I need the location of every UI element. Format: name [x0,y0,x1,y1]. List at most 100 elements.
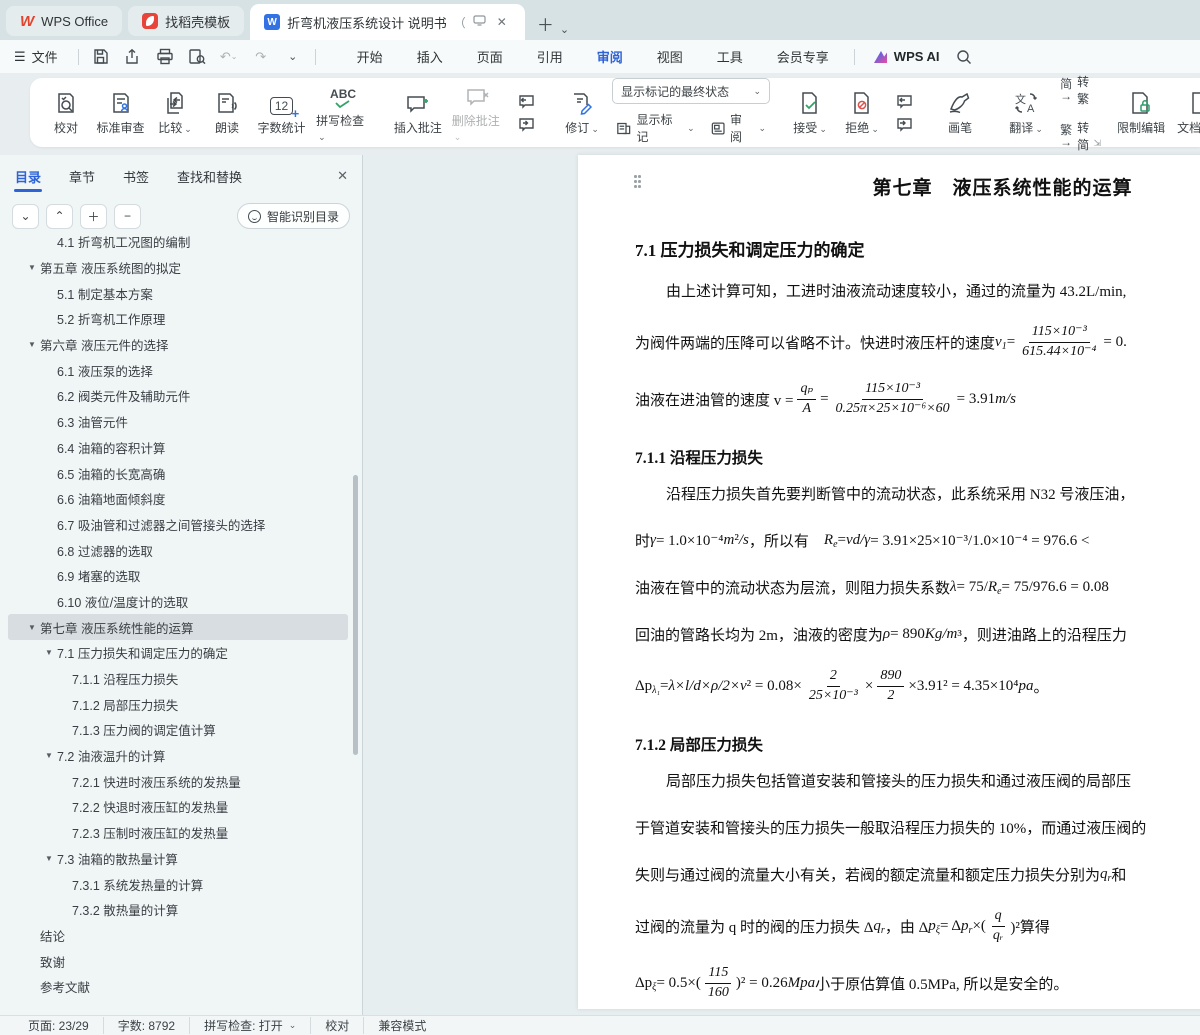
wps-ai-button[interactable]: WPS AI [873,49,940,64]
menu-tab-3[interactable]: 引用 [520,41,580,72]
print-preview-icon[interactable] [187,47,207,67]
toc-item[interactable]: 6.6 油箱地面倾斜度 [8,486,348,512]
insert-comment-button[interactable]: 插入批注 [390,86,446,139]
file-menu-button[interactable]: ☰ 文件 [0,47,70,66]
toc-item[interactable]: 5.2 折弯机工作原理 [8,306,348,332]
pen-button[interactable]: 画笔 [934,86,986,139]
save-icon[interactable] [91,47,111,67]
close-sidebar-icon[interactable]: ✕ [337,168,348,184]
translate-button[interactable]: 文A 翻译 ⌄ [1000,86,1052,139]
smart-toc-button[interactable]: 智能识别目录 [236,203,350,229]
next-change-icon[interactable] [892,116,916,133]
collapse-up-button[interactable]: ⌃ [46,203,73,229]
print-icon[interactable] [155,47,175,67]
toc-item[interactable]: 6.4 油箱的容积计算 [8,435,348,461]
toc-collapse-arrow-icon[interactable]: ▼ [24,263,40,272]
toc-item[interactable]: 6.8 过滤器的选取 [8,537,348,563]
tab-document[interactable]: W 折弯机液压系统设计 说明书 （ ✕ [250,4,525,40]
toc-item[interactable]: ▼ 7.2 油液温升的计算 [8,743,348,769]
undo-icon[interactable]: ↶ ⌄ [219,47,239,67]
sidebar-tab-bookmarks[interactable]: 书签 [122,157,150,196]
toc-collapse-arrow-icon[interactable]: ▼ [41,751,57,760]
quick-access-chevron-icon[interactable]: ⌄ [283,47,303,67]
toc-item[interactable]: ▼ 7.3 油箱的散热量计算 [8,846,348,872]
to-simplified-button[interactable]: 繁→ 转简 [1056,117,1093,155]
review-pane-button[interactable]: 审阅 ⌄ [707,109,770,147]
toc-item[interactable]: 参考文献 [8,974,348,1000]
doc-content[interactable]: 7.1 压力损失和调定压力的确定 由上述计算可知，工进时油液流动速度较小，通过的流… [635,236,1200,1009]
word-count-indicator[interactable]: 字数: 8792 [102,1017,189,1034]
toc-item[interactable]: 6.9 堵塞的选取 [8,563,348,589]
menu-tab-2[interactable]: 页面 [460,41,520,72]
toc-item[interactable]: 5.1 制定基本方案 [8,280,348,306]
proofread-status[interactable]: 校对 [310,1017,363,1034]
toc-item[interactable]: ▼ 第六章 液压元件的选择 [8,332,348,358]
encrypt-document-button[interactable]: 文档加密 [1171,86,1200,139]
toc-collapse-arrow-icon[interactable]: ▼ [24,340,40,349]
previous-change-icon[interactable] [892,93,916,110]
collapse-all-button[interactable]: − [114,203,141,229]
toc-collapse-arrow-icon[interactable]: ▼ [41,854,57,863]
spell-check-button[interactable]: ABC 拼写检查⌄ [310,79,376,146]
drag-handle-icon[interactable] [634,175,646,191]
toc-item[interactable]: 6.7 吸油管和过滤器之间管接头的选择 [8,512,348,538]
toc-item[interactable]: 6.1 液压泵的选择 [8,357,348,383]
search-icon[interactable] [954,47,974,67]
sidebar-tab-contents[interactable]: 目录 [14,157,43,196]
toc-item[interactable]: 7.1.1 沿程压力损失 [8,666,348,692]
page-indicator[interactable]: 页面: 23/29 [14,1017,103,1034]
word-count-button[interactable]: 12 + 字数统计 [253,86,310,139]
reject-change-button[interactable]: 拒绝 ⌄ [836,86,888,139]
menu-tab-7[interactable]: 会员专享 [760,41,846,72]
close-tab-icon[interactable]: ✕ [493,13,511,31]
markup-state-dropdown[interactable]: 显示标记的最终状态 ⌄ [612,78,771,104]
redo-icon[interactable]: ↷ [251,47,271,67]
menu-tab-6[interactable]: 工具 [700,41,760,72]
toc-item[interactable]: 6.5 油箱的长宽高确 [8,460,348,486]
toc-item[interactable]: 7.1.3 压力阀的调定值计算 [8,717,348,743]
sidebar-tab-chapters[interactable]: 章节 [68,157,96,196]
expand-group-icon[interactable]: ⇲ [1094,138,1102,149]
toc-item[interactable]: 6.3 油管元件 [8,409,348,435]
expand-down-button[interactable]: ⌄ [12,203,39,229]
toc-collapse-arrow-icon[interactable]: ▼ [41,648,57,657]
standard-review-button[interactable]: 标准审查 [92,86,149,139]
expand-all-button[interactable]: ＋ [80,203,107,229]
to-traditional-button[interactable]: 简→ 转繁 [1056,71,1093,109]
toc-item[interactable]: 7.2.1 快进时液压系统的发热量 [8,768,348,794]
delete-comment-button[interactable]: 删除批注⌄ [446,79,510,146]
menu-tab-1[interactable]: 插入 [400,41,460,72]
read-aloud-button[interactable]: 朗读 [201,86,253,139]
new-tab-icon[interactable]: ＋ [531,11,560,40]
tab-docer-templates[interactable]: 找稻壳模板 [128,6,245,36]
toc-item[interactable]: 7.2.2 快退时液压缸的发热量 [8,794,348,820]
restrict-editing-button[interactable]: 限制编辑 [1111,86,1171,139]
toc-collapse-arrow-icon[interactable]: ▼ [24,623,40,632]
next-comment-icon[interactable] [514,116,538,133]
toc-item[interactable]: ▼ 第七章 液压系统性能的运算 [8,614,348,640]
toc-item[interactable]: 4.1 折弯机工况图的编制 [8,236,348,255]
show-markup-button[interactable]: 显示标记 ⌄ [612,109,699,147]
toc-item[interactable]: ▼ 第五章 液压系统图的拟定 [8,255,348,281]
accept-change-button[interactable]: 接受 ⌄ [784,86,836,139]
menu-tab-5[interactable]: 视图 [640,41,700,72]
previous-comment-icon[interactable] [514,93,538,110]
toc-item[interactable]: 6.2 阀类元件及辅助元件 [8,383,348,409]
proofread-button[interactable]: 校对 [40,86,92,139]
toc-item[interactable]: 7.3.2 散热量的计算 [8,897,348,923]
spell-check-indicator[interactable]: 拼写检查: 打开 ⌄ [189,1017,310,1034]
export-icon[interactable] [123,47,143,67]
toc-item[interactable]: ▼ 7.1 压力损失和调定压力的确定 [8,640,348,666]
toc-item[interactable]: 7.1.2 局部压力损失 [8,691,348,717]
toc-item[interactable]: 7.3.1 系统发热量的计算 [8,871,348,897]
tab-list-chevron-icon[interactable]: ⌄ [560,23,569,40]
toc-item[interactable]: 6.10 液位/温度计的选取 [8,589,348,615]
track-changes-button[interactable]: 修订 ⌄ [556,86,608,139]
tab-wps-office[interactable]: W WPS Office [6,6,123,36]
sidebar-tab-find-replace[interactable]: 查找和替换 [176,157,243,196]
document-page[interactable]: 第七章 液压系统性能的运算 7.1 压力损失和调定压力的确定 由上述计算可知，工进… [578,155,1200,1009]
menu-tab-0[interactable]: 开始 [340,41,400,72]
sidebar-scrollbar[interactable] [353,475,358,755]
toc-item[interactable]: 结论 [8,923,348,949]
toc-item[interactable]: 致谢 [8,948,348,974]
